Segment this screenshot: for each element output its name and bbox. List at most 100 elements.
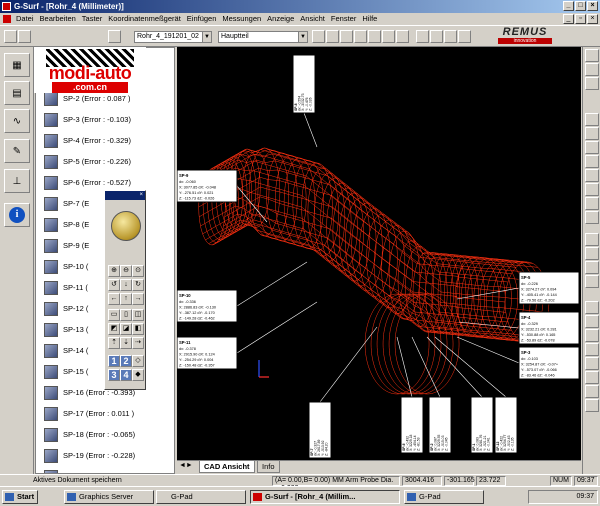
menu-datei[interactable]: Datei bbox=[16, 13, 34, 25]
start-button[interactable]: Start bbox=[2, 490, 38, 504]
view-b-icon[interactable]: ◆ bbox=[132, 369, 144, 381]
rotate-icon[interactable] bbox=[585, 77, 599, 90]
wire-icon[interactable] bbox=[585, 183, 599, 196]
view-front-icon[interactable]: ▭ bbox=[108, 309, 120, 321]
callout-box-vertical[interactable]: SP-6 dx: -0.432 X: 3229.18 Y: -454.14 Z: -81… bbox=[400, 396, 424, 454]
zoom-window-icon[interactable] bbox=[585, 127, 599, 140]
cylinder-icon[interactable] bbox=[585, 371, 599, 384]
task-graphics-server[interactable]: Graphics Server bbox=[64, 490, 154, 504]
maximize-button[interactable]: □ bbox=[575, 1, 586, 11]
view-3-button[interactable]: 3 bbox=[108, 369, 120, 381]
tree-item[interactable]: SP-14 ( bbox=[44, 340, 88, 361]
arrow-down-icon[interactable]: ↓ bbox=[120, 279, 132, 291]
rotate-left-icon[interactable]: ↺ bbox=[108, 279, 120, 291]
tab-scroll-arrows[interactable]: ◄► bbox=[179, 462, 193, 469]
iso-icon[interactable] bbox=[585, 233, 599, 246]
view-a-icon[interactable]: ◇ bbox=[132, 355, 144, 367]
close-icon[interactable]: × bbox=[139, 192, 143, 198]
chevron-down-icon[interactable]: ▼ bbox=[298, 32, 307, 42]
measure-icon[interactable] bbox=[326, 30, 339, 43]
callout-box-vertical[interactable]: SP-8 dx: -0.554 X: -3032.73 Y: -0.476 Z: -0.… bbox=[292, 54, 316, 114]
shade-icon[interactable] bbox=[585, 169, 599, 182]
minimize-button[interactable]: _ bbox=[563, 1, 574, 11]
view-2-button[interactable]: 2 bbox=[120, 355, 132, 367]
axis-z-icon[interactable]: ⇢ bbox=[132, 337, 144, 349]
cad-viewport[interactable]: SP-5 dx: -0.226 X: 3274.27 dY: 0.094 Y: -40… bbox=[177, 47, 581, 460]
select-icon[interactable] bbox=[585, 49, 599, 62]
report-icon[interactable] bbox=[585, 399, 599, 412]
menu-bearbeiten[interactable]: Bearbeiten bbox=[40, 13, 76, 25]
scan-icon[interactable] bbox=[585, 301, 599, 314]
axis-x-icon[interactable]: ⇡ bbox=[108, 337, 120, 349]
callout-box-vertical[interactable]: SP-7 dx: -0.327 X: 2617.89 Y: -513.92 Z: -84… bbox=[308, 401, 332, 459]
fit-icon[interactable] bbox=[585, 155, 599, 168]
angle-icon[interactable] bbox=[382, 30, 395, 43]
tree-item[interactable]: SP-11 ( bbox=[44, 277, 88, 298]
xyz-icon[interactable] bbox=[354, 30, 367, 43]
callout-box[interactable]: SP-9 dx: -0.060 X: 3077.85 dX: -0.048Y: -2… bbox=[177, 169, 238, 203]
print-icon[interactable] bbox=[108, 30, 121, 43]
tab-info[interactable]: Info bbox=[257, 461, 280, 473]
new-file-icon[interactable] bbox=[4, 30, 17, 43]
tree-item[interactable]: SP-4 (Error : -0.329) bbox=[44, 130, 131, 151]
chevron-down-icon[interactable]: ▼ bbox=[202, 32, 211, 42]
menu-einfuegen[interactable]: Einfügen bbox=[187, 13, 217, 25]
tree-item[interactable]: SP-13 ( bbox=[44, 319, 88, 340]
menu-messungen[interactable]: Messungen bbox=[222, 13, 261, 25]
tree-item[interactable]: SP-7 (E bbox=[44, 193, 89, 214]
open-folder-icon[interactable] bbox=[18, 30, 31, 43]
tree-item[interactable]: SP-10 ( bbox=[44, 256, 88, 277]
tab-cad-ansicht[interactable]: CAD Ansicht bbox=[199, 461, 255, 473]
task-g-surf[interactable]: G-Surf - [Rohr_4 (Millim... bbox=[250, 490, 400, 504]
doc-restore-button[interactable]: ▫ bbox=[575, 14, 586, 24]
tree-item[interactable]: SP-3 (Error : -0.103) bbox=[44, 109, 131, 130]
axis-y-icon[interactable]: ⇣ bbox=[120, 337, 132, 349]
line-icon[interactable] bbox=[585, 329, 599, 342]
front-icon[interactable] bbox=[585, 247, 599, 260]
rotate-right-icon[interactable]: ↻ bbox=[132, 279, 144, 291]
stop-icon[interactable] bbox=[430, 30, 443, 43]
task-g-pad-2[interactable]: G-Pad bbox=[404, 490, 484, 504]
tool-icon[interactable]: ✎ bbox=[4, 139, 30, 163]
point-icon[interactable] bbox=[585, 315, 599, 328]
layer-icon[interactable] bbox=[585, 211, 599, 224]
hidden-icon[interactable] bbox=[585, 197, 599, 210]
pan-icon[interactable] bbox=[585, 141, 599, 154]
menu-anzeige[interactable]: Anzeige bbox=[267, 13, 294, 25]
tree-item[interactable]: SP-9 (E bbox=[44, 235, 89, 256]
tree-item[interactable]: SP-8 (E bbox=[44, 214, 89, 235]
arrow-right-icon[interactable]: → bbox=[132, 293, 144, 305]
view-iso-icon[interactable]: ◩ bbox=[108, 323, 120, 335]
callout-box[interactable]: SP-3 dx: -0.103 X: 3254.87 dX: -0.07+Y: -5… bbox=[518, 346, 580, 380]
task-g-pad[interactable]: G-Pad bbox=[156, 490, 246, 504]
surface-icon[interactable]: ▦ bbox=[4, 53, 30, 77]
sphere-icon[interactable] bbox=[585, 385, 599, 398]
plane-icon[interactable] bbox=[585, 357, 599, 370]
probe-icon[interactable] bbox=[396, 30, 409, 43]
export-icon[interactable] bbox=[340, 30, 353, 43]
view-side-icon[interactable]: ◫ bbox=[132, 309, 144, 321]
callout-box-vertical[interactable]: SP-1 dx: 0.083 X: 3281.76 Y: -521.21 Z: -0.0… bbox=[470, 396, 494, 454]
hand-icon[interactable] bbox=[416, 30, 429, 43]
doc-minimize-button[interactable]: _ bbox=[563, 14, 574, 24]
callout-box[interactable]: SP-4 dx: -0.329 X: 3232.21 dX: 0.281Y: -53… bbox=[518, 311, 580, 345]
cmm-icon[interactable]: ⊥ bbox=[4, 169, 30, 193]
circle-icon[interactable] bbox=[585, 343, 599, 356]
zoom-icon[interactable] bbox=[585, 113, 599, 126]
menu-fenster[interactable]: Fenster bbox=[331, 13, 356, 25]
info-button[interactable]: i bbox=[4, 203, 30, 227]
view-bottom-icon[interactable]: ◧ bbox=[132, 323, 144, 335]
help-icon[interactable] bbox=[444, 30, 457, 43]
menu-ansicht[interactable]: Ansicht bbox=[300, 13, 325, 25]
zoom-fit-icon[interactable]: ⊙ bbox=[132, 265, 144, 277]
tree-item[interactable]: SP-18 (Error : -0.065) bbox=[44, 424, 135, 445]
curve-icon[interactable]: ∿ bbox=[4, 109, 30, 133]
callout-box[interactable]: SP-5 dx: -0.226 X: 3274.27 dY: 0.094Y: -40… bbox=[518, 271, 580, 305]
grid-icon[interactable]: ▤ bbox=[4, 81, 30, 105]
pointer-icon[interactable] bbox=[585, 63, 599, 76]
view-4-button[interactable]: 4 bbox=[120, 369, 132, 381]
callout-box[interactable]: SP-11 dx: -0.378 X: 2915.90 dX: 0.124Y: -2… bbox=[177, 336, 238, 370]
tree-item[interactable]: SP-19 (Error : -0.228) bbox=[44, 445, 135, 466]
close-button[interactable]: × bbox=[587, 1, 598, 11]
tree-item[interactable]: SP-5 (Error : -0.226) bbox=[44, 151, 131, 172]
